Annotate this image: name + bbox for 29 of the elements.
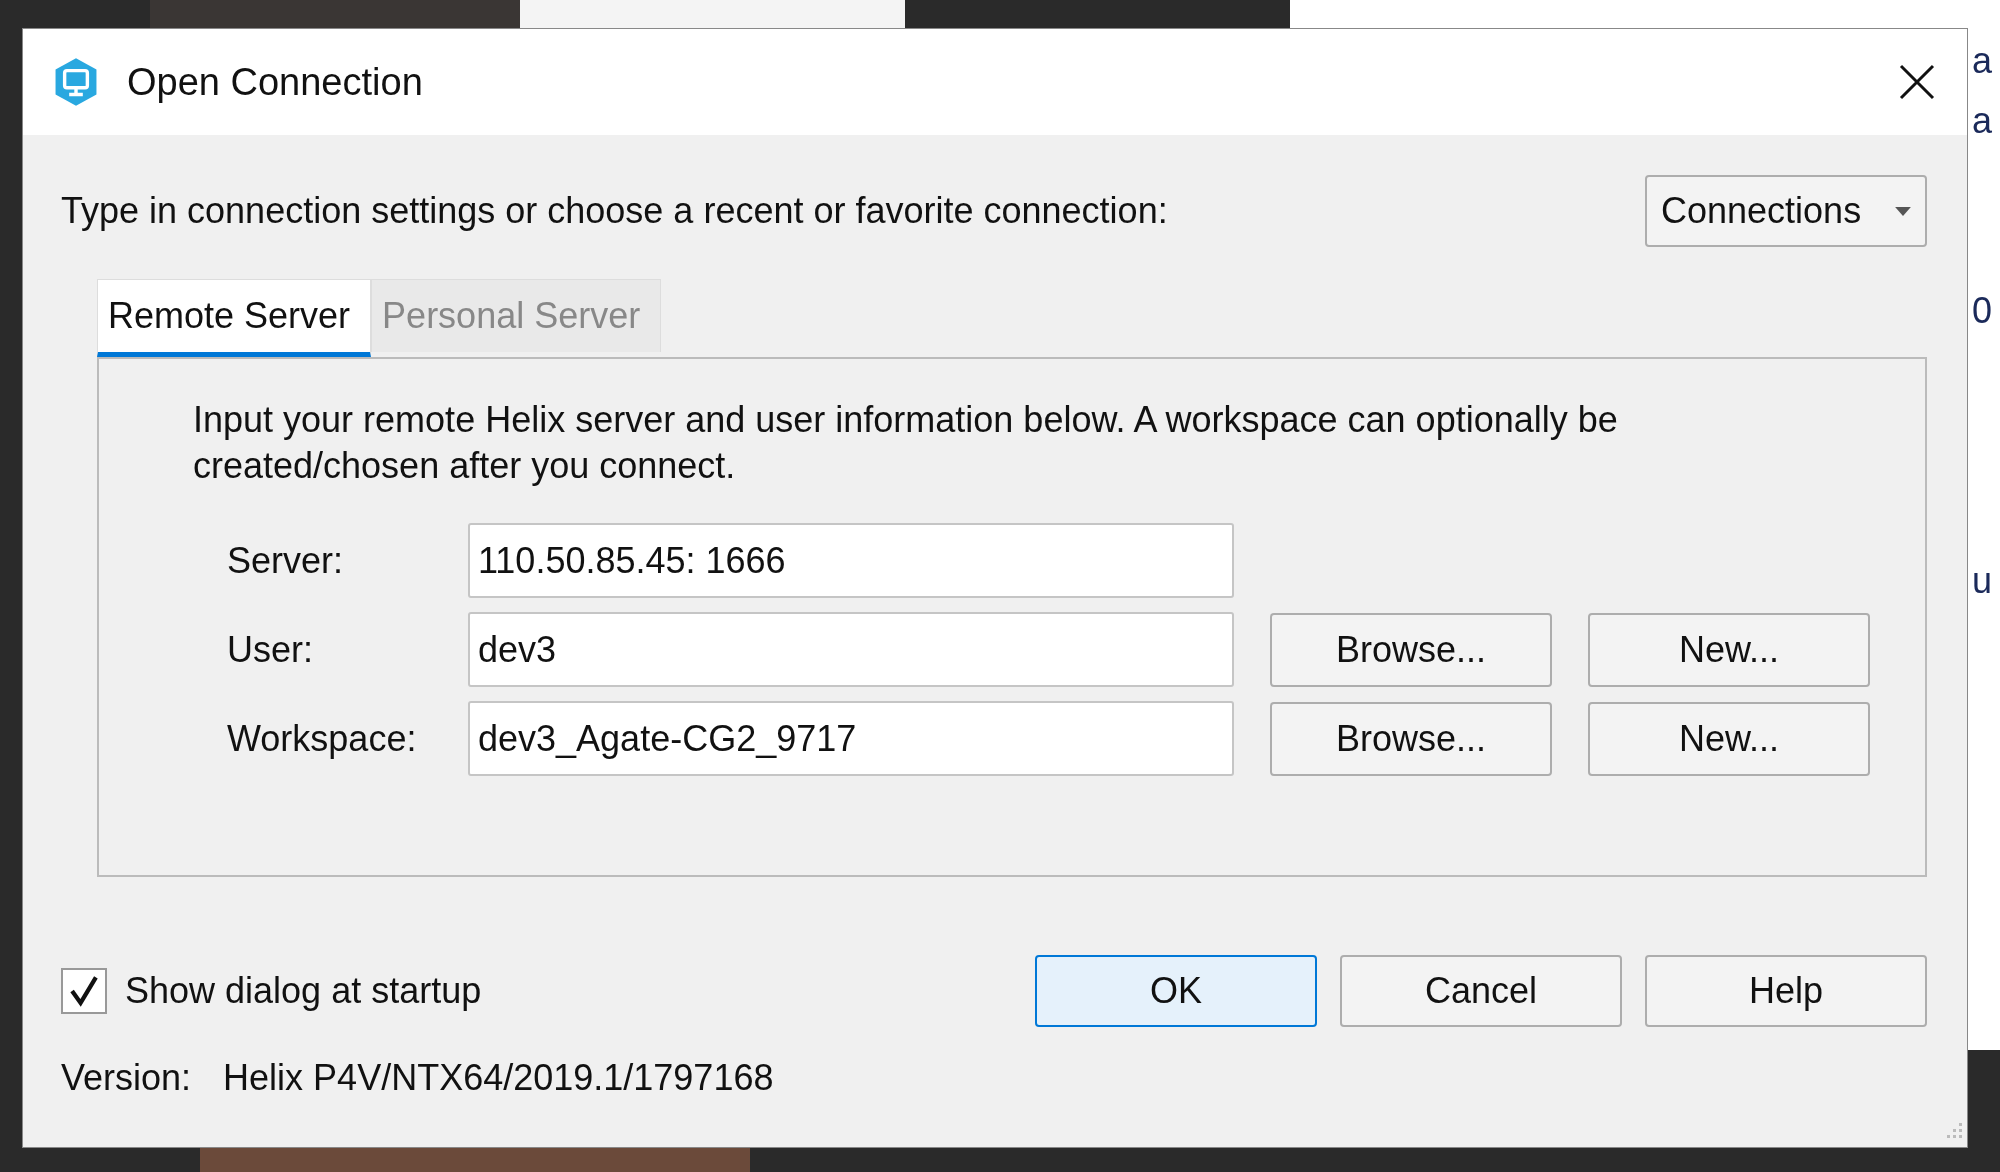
instruction-text: Type in connection settings or choose a recent or favorite connection:	[61, 190, 1168, 232]
field-label: User:	[226, 628, 314, 671]
close-icon[interactable]	[1897, 62, 1937, 102]
background-text: a	[1972, 40, 1993, 82]
checkbox-label[interactable]: Show dialog at startup	[125, 970, 482, 1012]
help-button[interactable]: Help	[1645, 955, 1927, 1027]
new-button[interactable]: New...	[1588, 612, 1870, 687]
tab[interactable]: Remote Server	[97, 279, 372, 357]
version-label: Version:	[61, 1057, 192, 1099]
window-title: Open Connection	[127, 60, 424, 104]
checkbox[interactable]	[61, 968, 107, 1014]
background-text: a	[1972, 100, 1993, 142]
field-label: Workspace:	[226, 717, 418, 760]
input-field[interactable]: dev3_Agate-CG2_9717	[468, 701, 1234, 776]
input-field[interactable]: dev3	[468, 612, 1234, 687]
cancel-button[interactable]: Cancel	[1340, 955, 1622, 1027]
ok-button[interactable]: OK	[1035, 955, 1317, 1027]
description-text: Input your remote Helix server and user information below. A workspace can optionally be created/chosen after you connect.	[193, 398, 1619, 488]
app-icon	[53, 57, 99, 107]
browse-button[interactable]: Browse...	[1270, 612, 1552, 687]
new-button[interactable]: New...	[1588, 701, 1870, 776]
field-label: Server:	[226, 539, 345, 582]
connections-button[interactable]: Connections	[1645, 175, 1927, 247]
input-field[interactable]: 110.50.85.45: 1666	[468, 523, 1234, 598]
version-value: Helix P4V/NTX64/2019.1/1797168	[223, 1057, 774, 1099]
background-text: u	[1972, 560, 1993, 602]
background-text: 0	[1972, 290, 1993, 332]
caret-icon	[1895, 206, 1911, 216]
browse-button[interactable]: Browse...	[1270, 701, 1552, 776]
